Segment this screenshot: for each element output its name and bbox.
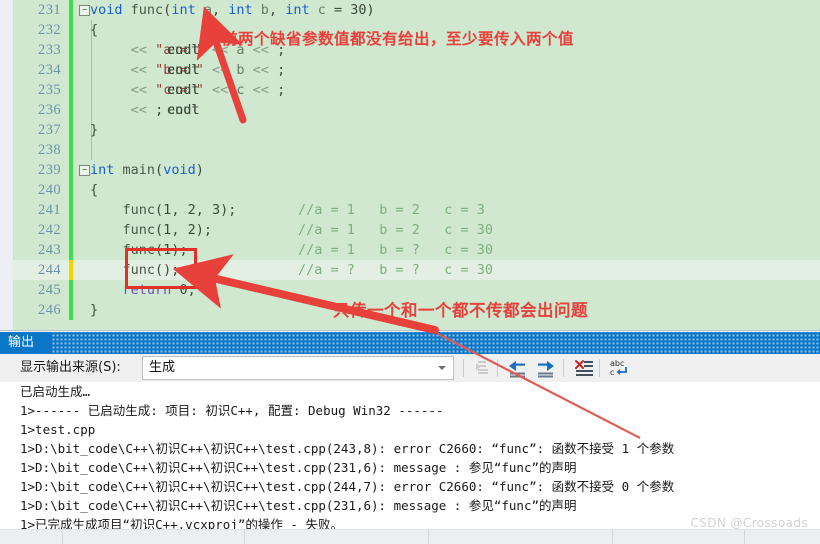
line-number: 243	[38, 242, 61, 258]
output-line: 1>D:\bit_code\C++\初识C++\初识C++\test.cpp(2…	[20, 498, 577, 513]
code-comment: //a = ? b = ? c = 30	[298, 262, 494, 278]
change-bar	[69, 100, 73, 120]
line-number: 245	[38, 282, 61, 298]
output-titlebar[interactable]: 输出	[0, 332, 820, 354]
output-toolbar: 显示输出来源(S): 生成 abc c	[0, 354, 820, 383]
output-line: 1>D:\bit_code\C++\初识C++\初识C++\test.cpp(2…	[20, 441, 675, 456]
line-number: 235	[38, 82, 61, 98]
titlebar-dot-pattern	[52, 332, 820, 354]
highlight-box-func-calls	[125, 248, 197, 289]
code-comment: //a = 1 b = ? c = 30	[298, 242, 494, 258]
code-text: cout << "c = " << c << endl;	[130, 82, 286, 98]
go-to-message-icon[interactable]	[470, 356, 496, 380]
output-source-value: 生成	[149, 360, 176, 375]
svg-text:abc: abc	[610, 359, 624, 368]
change-bar	[69, 60, 73, 80]
output-line: 1>D:\bit_code\C++\初识C++\初识C++\test.cpp(2…	[20, 460, 577, 475]
clear-all-icon[interactable]	[570, 356, 596, 380]
change-bar	[69, 220, 73, 240]
line-number: 234	[38, 62, 61, 78]
toolbar-separator-3	[563, 359, 564, 377]
line-number: 242	[38, 222, 61, 238]
output-source-dropdown[interactable]: 生成	[142, 356, 454, 380]
change-bar	[69, 140, 73, 160]
source-label: 显示输出来源(S):	[20, 359, 121, 377]
source-label-text: 显示输出来源(S):	[20, 360, 121, 375]
change-bar	[69, 0, 73, 20]
code-comment: //a = 1 b = 2 c = 3	[298, 202, 485, 218]
change-bar	[69, 180, 73, 200]
annotation-top: 前两个缺省参数值都没有给出，至少要传入两个值	[222, 30, 575, 48]
line-number: 241	[38, 202, 61, 218]
bottom-status-strip	[0, 529, 820, 544]
code-line[interactable]: 231 − void func(int a, int b, int c = 30)	[13, 0, 820, 20]
code-text: cout << endl;	[130, 102, 200, 118]
line-number: 237	[38, 122, 61, 138]
code-text: {	[90, 182, 99, 198]
code-line[interactable]: 238	[13, 140, 820, 160]
change-bar	[69, 300, 73, 320]
line-number: 244	[38, 262, 61, 278]
change-bar	[69, 240, 73, 260]
code-line[interactable]: 240 {	[13, 180, 820, 200]
output-line: 1>------ 已启动生成: 项目: 初识C++, 配置: Debug Win…	[20, 403, 444, 418]
editor-left-margin	[0, 0, 14, 330]
collapse-region-icon[interactable]: −	[79, 5, 90, 16]
code-text: {	[90, 22, 99, 38]
toolbar-separator-1	[463, 359, 464, 377]
output-line: 1>D:\bit_code\C++\初识C++\初识C++\test.cpp(2…	[20, 479, 675, 494]
code-line[interactable]: 237}	[13, 120, 820, 140]
change-bar	[69, 200, 73, 220]
code-text: func(1, 2);	[122, 222, 212, 238]
previous-message-icon[interactable]	[504, 356, 530, 380]
code-text: void func(int a, int b, int c = 30)	[90, 2, 375, 18]
code-line[interactable]: 235 cout << "c = " << c << endl;	[13, 80, 820, 100]
code-line[interactable]: 242 func(1, 2); //a = 1 b = 2 c = 30	[13, 220, 820, 240]
indent-guide	[91, 140, 92, 160]
line-number: 239	[38, 162, 61, 178]
line-number: 233	[38, 42, 61, 58]
code-line[interactable]: 236 cout << endl;	[13, 100, 820, 120]
line-number: 246	[38, 302, 61, 318]
output-panel: 输出 显示输出来源(S): 生成 abc c 已启动生成… 1>------ 已…	[0, 330, 820, 544]
change-bar	[69, 160, 73, 180]
chevron-down-icon	[438, 366, 446, 370]
change-bar	[69, 280, 73, 300]
line-number: 238	[38, 142, 61, 158]
vs-ide-screenshot: 231− void func(int a, int b, int c = 30) 2…	[0, 0, 820, 544]
toolbar-separator-4	[599, 359, 600, 377]
toolbar-separator-2	[497, 359, 498, 377]
line-number: 232	[38, 22, 61, 38]
change-bar	[69, 20, 73, 40]
change-bar	[69, 120, 73, 140]
change-bar	[69, 260, 73, 280]
code-text: }	[90, 122, 99, 138]
change-bar	[69, 80, 73, 100]
toggle-word-wrap-icon[interactable]: abc c	[606, 356, 632, 380]
annotation-bottom: 只传一个和一个都不传都会出问题	[333, 301, 588, 320]
code-line[interactable]: 234 cout << "b = " << b << endl;	[13, 60, 820, 80]
code-text: func(1, 2, 3);	[122, 202, 237, 218]
code-line[interactable]: 241 func(1, 2, 3); //a = 1 b = 2 c = 3	[13, 200, 820, 220]
change-bar	[69, 40, 73, 60]
line-number: 240	[38, 182, 61, 198]
code-text: int main(void)	[90, 162, 204, 178]
output-line: 已启动生成…	[20, 384, 91, 399]
code-editor[interactable]: 231− void func(int a, int b, int c = 30) 2…	[0, 0, 820, 330]
code-comment: //a = 1 b = 2 c = 30	[298, 222, 494, 238]
code-text: }	[90, 302, 99, 318]
code-text: cout << "b = " << b << endl;	[130, 62, 286, 78]
code-line[interactable]: 239 − int main(void)	[13, 160, 820, 180]
collapse-region-icon[interactable]: −	[79, 165, 90, 176]
watermark: CSDN @Crossoads	[690, 516, 808, 530]
output-panel-title: 输出	[8, 335, 35, 350]
line-number: 236	[38, 102, 61, 118]
output-line: 1>test.cpp	[20, 422, 96, 437]
svg-text:c: c	[610, 368, 614, 377]
line-number: 231	[38, 2, 61, 18]
next-message-icon[interactable]	[533, 356, 559, 380]
